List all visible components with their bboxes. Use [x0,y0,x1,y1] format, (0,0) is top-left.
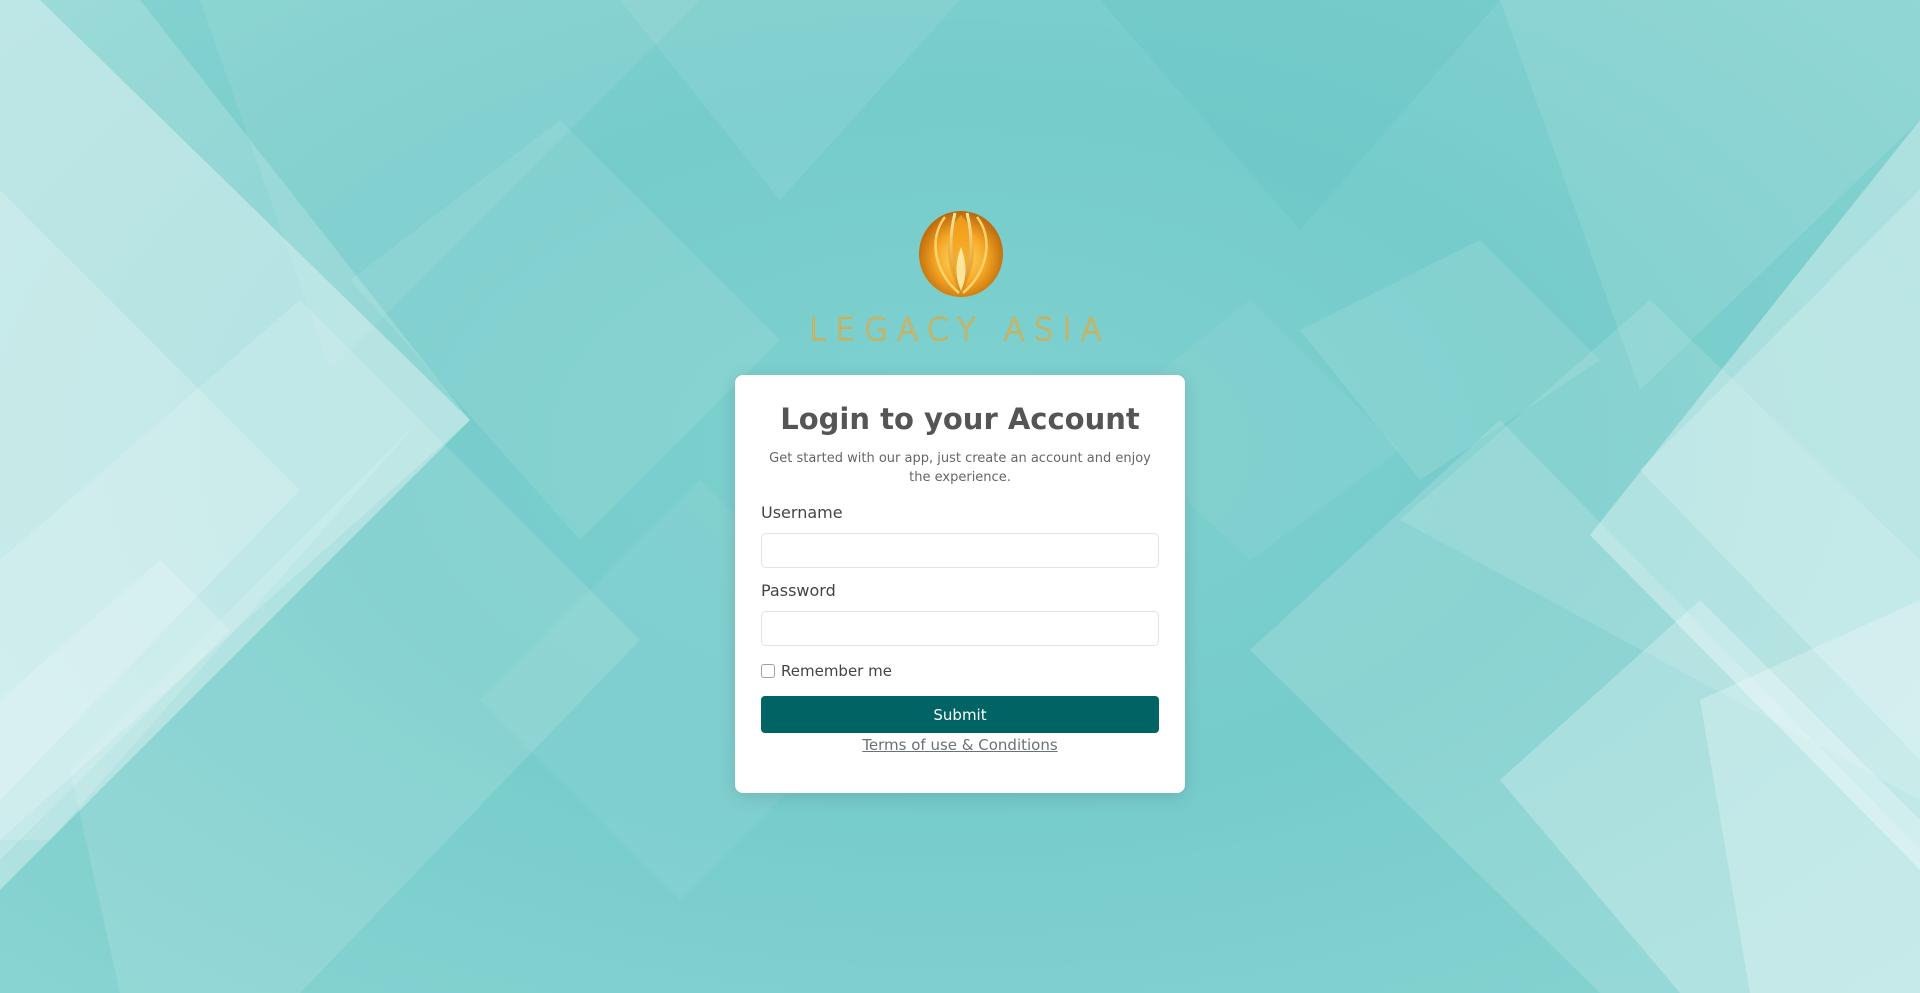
remember-me-checkbox[interactable] [761,664,775,678]
brand-name: LEGACY ASIA [809,312,1111,349]
terms-link[interactable]: Terms of use & Conditions [761,736,1159,754]
remember-me-row: Remember me [761,661,1159,681]
username-label: Username [761,503,843,522]
username-input[interactable] [761,533,1159,568]
lotus-flame-logo-icon [915,207,1007,299]
password-label: Password [761,581,836,600]
password-input[interactable] [761,611,1159,646]
login-subtitle: Get started with our app, just create an… [769,451,1151,485]
submit-button[interactable]: Submit [761,696,1159,733]
remember-me-label[interactable]: Remember me [781,662,892,680]
login-title: Login to your Account [780,402,1140,436]
login-card: Login to your Account Get started with o… [735,375,1185,793]
